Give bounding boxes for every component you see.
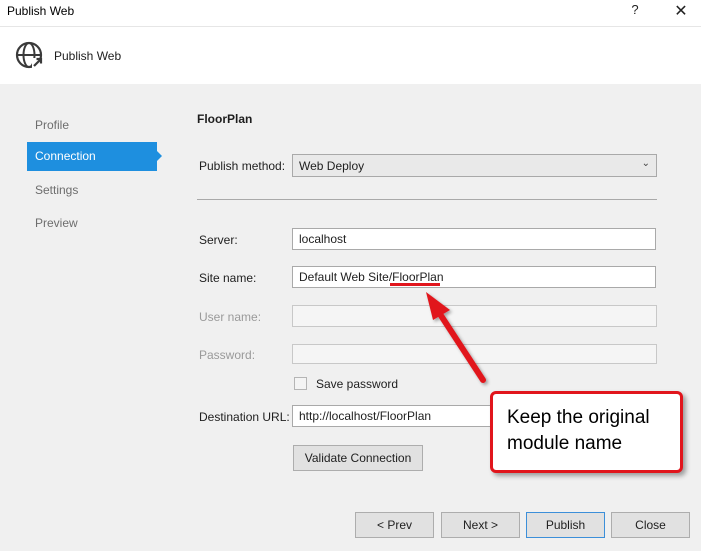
save-password-checkbox[interactable] (294, 377, 307, 390)
server-input[interactable]: localhost (292, 228, 656, 250)
save-password-label: Save password (316, 377, 399, 391)
window-title: Publish Web (7, 4, 75, 18)
user-name-label: User name: (199, 310, 262, 324)
callout-line-2: module name (507, 433, 623, 454)
destination-url-label: Destination URL: (199, 410, 290, 424)
nav-item-label: Connection (35, 149, 96, 163)
nav-item-preview[interactable]: Preview (27, 209, 157, 238)
header-title: Publish Web (54, 49, 122, 63)
nav-item-label: Preview (35, 216, 78, 230)
annotation-callout: Keep the original module name (490, 391, 683, 473)
divider (197, 199, 657, 200)
server-label: Server: (199, 233, 238, 247)
help-button[interactable]: ? (623, 2, 647, 22)
nav-item-settings[interactable]: Settings (27, 176, 157, 205)
nav-item-label: Settings (35, 183, 79, 197)
site-name-label: Site name: (199, 271, 257, 285)
password-label: Password: (199, 348, 256, 362)
publish-method-select[interactable]: Web Deploy ⌄ (292, 154, 657, 177)
close-button[interactable]: Close (611, 512, 690, 538)
dialog-content: Profile Connection Settings Preview Floo… (0, 84, 701, 551)
nav-item-profile[interactable]: Profile (27, 111, 157, 140)
section-title: FloorPlan (197, 112, 253, 126)
publish-method-label: Publish method: (199, 159, 286, 173)
callout-line-1: Keep the original (507, 407, 650, 428)
nav-item-connection[interactable]: Connection (27, 142, 162, 171)
close-window-button[interactable]: ✕ (668, 1, 694, 23)
next-button[interactable]: Next > (441, 512, 520, 538)
chevron-down-icon: ⌄ (641, 158, 650, 169)
nav-item-label: Profile (35, 118, 70, 132)
dialog-header: Publish Web (0, 26, 701, 84)
globe-publish-icon (15, 41, 43, 69)
publish-button[interactable]: Publish (526, 512, 605, 538)
user-name-input[interactable] (292, 305, 657, 327)
validate-connection-button[interactable]: Validate Connection (293, 445, 423, 471)
prev-button[interactable]: < Prev (355, 512, 434, 538)
site-name-input[interactable]: Default Web Site/FloorPlan (292, 266, 656, 288)
site-name-highlight (390, 283, 440, 286)
password-input[interactable] (292, 344, 657, 364)
publish-method-value: Web Deploy (299, 159, 365, 173)
title-bar: Publish Web ? ✕ (0, 0, 701, 26)
